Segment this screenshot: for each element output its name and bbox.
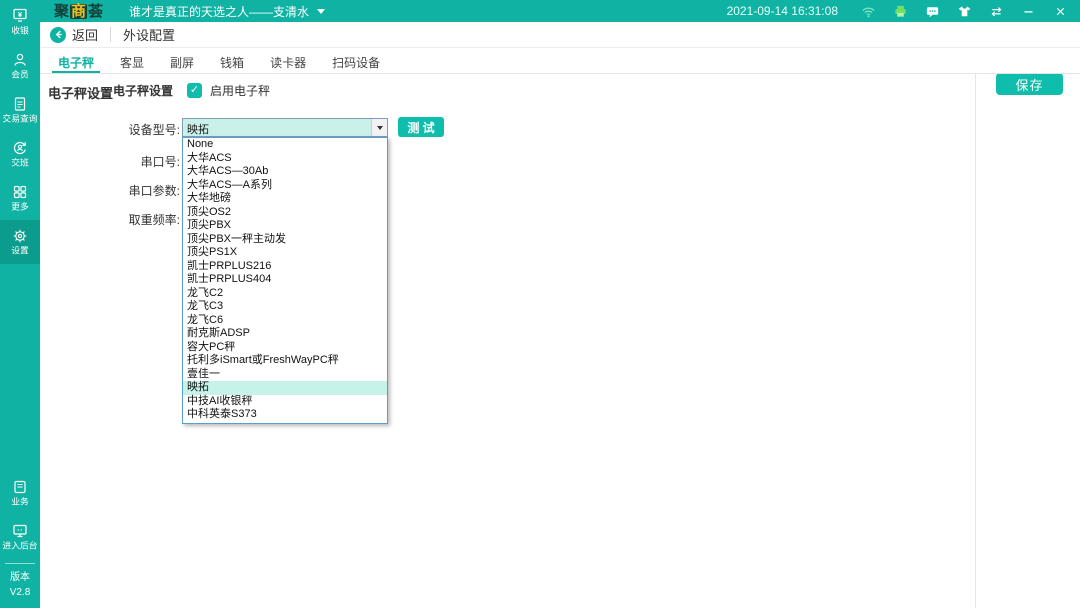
sidebar-item-label: 会员 bbox=[11, 70, 29, 80]
chevron-down-icon bbox=[377, 126, 383, 130]
dropdown-option[interactable]: 顶尖PBX bbox=[183, 219, 387, 233]
dropdown-option[interactable]: 凯士PRPLUS404 bbox=[183, 273, 387, 287]
cash-register-icon: ¥ bbox=[12, 8, 28, 24]
caret-down-icon bbox=[317, 9, 325, 14]
dropdown-option[interactable]: 龙飞C3 bbox=[183, 300, 387, 314]
page-header: 返回 外设配置 bbox=[40, 22, 1080, 48]
logo-char: 荟 bbox=[88, 4, 103, 19]
scale-settings-label: 电子秤设置 bbox=[113, 82, 173, 99]
tab-scan-device[interactable]: 扫码设备 bbox=[324, 48, 388, 73]
device-model-select[interactable]: 映拓 bbox=[182, 118, 388, 137]
version-info: 版本 V2.8 bbox=[5, 563, 35, 608]
sync-icon[interactable] bbox=[989, 4, 1004, 19]
dropdown-option[interactable]: 顶尖PS1X bbox=[183, 246, 387, 260]
enable-scale-checkbox[interactable] bbox=[187, 83, 202, 98]
dropdown-option[interactable]: 大华ACS bbox=[183, 152, 387, 166]
sidebar-item-more[interactable]: 更多 bbox=[0, 176, 40, 220]
back-arrow-icon bbox=[50, 27, 66, 43]
device-model-dropdown: None大华ACS大华ACS—30Ab大华ACS—A系列大华地磅顶尖OS2顶尖P… bbox=[182, 137, 388, 424]
dropdown-option[interactable]: 托利多iSmart或FreshWayPC秤 bbox=[183, 354, 387, 368]
store-name: 谁才是真正的天选之人——支清水 bbox=[129, 3, 309, 20]
sidebar-item-member[interactable]: 会员 bbox=[0, 44, 40, 88]
wifi-icon[interactable] bbox=[861, 4, 876, 19]
tab-customer-display[interactable]: 客显 bbox=[112, 48, 152, 73]
timestamp: 2021-09-14 16:31:08 bbox=[727, 4, 838, 18]
back-button[interactable]: 返回 bbox=[50, 25, 98, 44]
logo-char: 商 bbox=[70, 4, 87, 19]
sidebar-item-label: 收银 bbox=[11, 26, 29, 36]
store-selector[interactable]: 谁才是真正的天选之人——支清水 bbox=[129, 3, 325, 20]
app-logo: 聚 商 荟 bbox=[54, 4, 103, 19]
sidebar-item-settings[interactable]: 设置 bbox=[0, 220, 40, 264]
more-icon bbox=[12, 184, 28, 200]
dropdown-option[interactable]: 中技AI收银秤 bbox=[183, 395, 387, 409]
sidebar-item-label: 业务 bbox=[11, 497, 29, 507]
serial-port-label: 串口号: bbox=[80, 153, 180, 170]
sidebar-item-backend[interactable]: 进入后台 bbox=[0, 515, 40, 559]
tab-electronic-scale[interactable]: 电子秤 bbox=[50, 48, 102, 73]
header-divider bbox=[110, 27, 111, 42]
enable-row: 电子秤设置 启用电子秤 bbox=[113, 82, 270, 99]
minimize-icon[interactable] bbox=[1021, 4, 1036, 19]
sidebar-item-label: 更多 bbox=[11, 202, 29, 212]
topbar: 聚 商 荟 谁才是真正的天选之人——支清水 2021-09-14 16:31:0… bbox=[40, 0, 1080, 22]
dropdown-option[interactable]: 容大PC秤 bbox=[183, 341, 387, 355]
version-number: V2.8 bbox=[5, 585, 35, 600]
shift-icon bbox=[12, 140, 28, 156]
close-icon[interactable] bbox=[1053, 4, 1068, 19]
enable-scale-label: 启用电子秤 bbox=[210, 82, 270, 99]
sidebar-item-label: 进入后台 bbox=[2, 541, 37, 551]
tab-secondary-screen[interactable]: 副屏 bbox=[162, 48, 202, 73]
sidebar-item-cashier[interactable]: ¥ 收银 bbox=[0, 0, 40, 44]
svg-text:¥: ¥ bbox=[18, 9, 23, 18]
dropdown-option[interactable]: 耐克斯ADSP bbox=[183, 327, 387, 341]
save-button[interactable]: 保存 bbox=[996, 73, 1063, 95]
dropdown-option[interactable]: 顶尖PBX一秤主动发 bbox=[183, 233, 387, 247]
dropdown-option[interactable]: 凯士PRPLUS216 bbox=[183, 260, 387, 274]
tab-bar: 电子秤 客显 副屏 钱箱 读卡器 扫码设备 bbox=[40, 48, 1080, 74]
dropdown-option[interactable]: 大华地磅 bbox=[183, 192, 387, 206]
dropdown-option[interactable]: 映拓 bbox=[183, 381, 387, 395]
section-title: 电子秤设置 bbox=[48, 83, 113, 102]
combo-dropdown-button[interactable] bbox=[371, 119, 387, 136]
test-button[interactable]: 测 试 bbox=[398, 117, 444, 137]
back-label: 返回 bbox=[72, 25, 98, 44]
shirt-icon[interactable] bbox=[957, 4, 972, 19]
page-title: 外设配置 bbox=[123, 25, 175, 44]
weigh-frequency-label: 取重频率: bbox=[80, 211, 180, 228]
dropdown-option[interactable]: 龙飞C6 bbox=[183, 314, 387, 328]
sidebar-item-transaction-query[interactable]: 交易查询 bbox=[0, 88, 40, 132]
sidebar-item-label: 交班 bbox=[11, 158, 29, 168]
message-icon[interactable] bbox=[925, 4, 940, 19]
sidebar-item-label: 设置 bbox=[11, 246, 29, 256]
content-divider bbox=[975, 48, 976, 608]
dropdown-option[interactable]: 中科英泰S373 bbox=[183, 408, 387, 422]
logo-char: 聚 bbox=[54, 4, 69, 19]
dropdown-option[interactable]: 大华ACS—A系列 bbox=[183, 179, 387, 193]
backend-icon bbox=[12, 523, 28, 539]
version-label: 版本 bbox=[5, 570, 35, 585]
printer-icon[interactable] bbox=[893, 4, 908, 19]
sidebar: ¥ 收银 会员 交易查询 交班 更多 设置 业务 bbox=[0, 0, 40, 608]
member-icon bbox=[12, 52, 28, 68]
tab-cash-drawer[interactable]: 钱箱 bbox=[212, 48, 252, 73]
topbar-right: 2021-09-14 16:31:08 bbox=[727, 4, 1080, 19]
sidebar-item-business[interactable]: 业务 bbox=[0, 471, 40, 515]
settings-icon bbox=[12, 228, 28, 244]
device-model-value: 映拓 bbox=[183, 119, 371, 136]
dropdown-option[interactable]: 大华ACS—30Ab bbox=[183, 165, 387, 179]
business-icon bbox=[12, 479, 28, 495]
transaction-query-icon bbox=[12, 96, 28, 112]
sidebar-item-label: 交易查询 bbox=[2, 114, 37, 124]
sidebar-item-shift[interactable]: 交班 bbox=[0, 132, 40, 176]
dropdown-option[interactable]: 顶尖OS2 bbox=[183, 206, 387, 220]
dropdown-option[interactable]: None bbox=[183, 138, 387, 152]
device-model-label: 设备型号: bbox=[80, 121, 180, 138]
dropdown-option[interactable]: 龙飞C2 bbox=[183, 287, 387, 301]
serial-params-label: 串口参数: bbox=[80, 182, 180, 199]
tab-card-reader[interactable]: 读卡器 bbox=[262, 48, 314, 73]
dropdown-option[interactable]: 壹佳一 bbox=[183, 368, 387, 382]
